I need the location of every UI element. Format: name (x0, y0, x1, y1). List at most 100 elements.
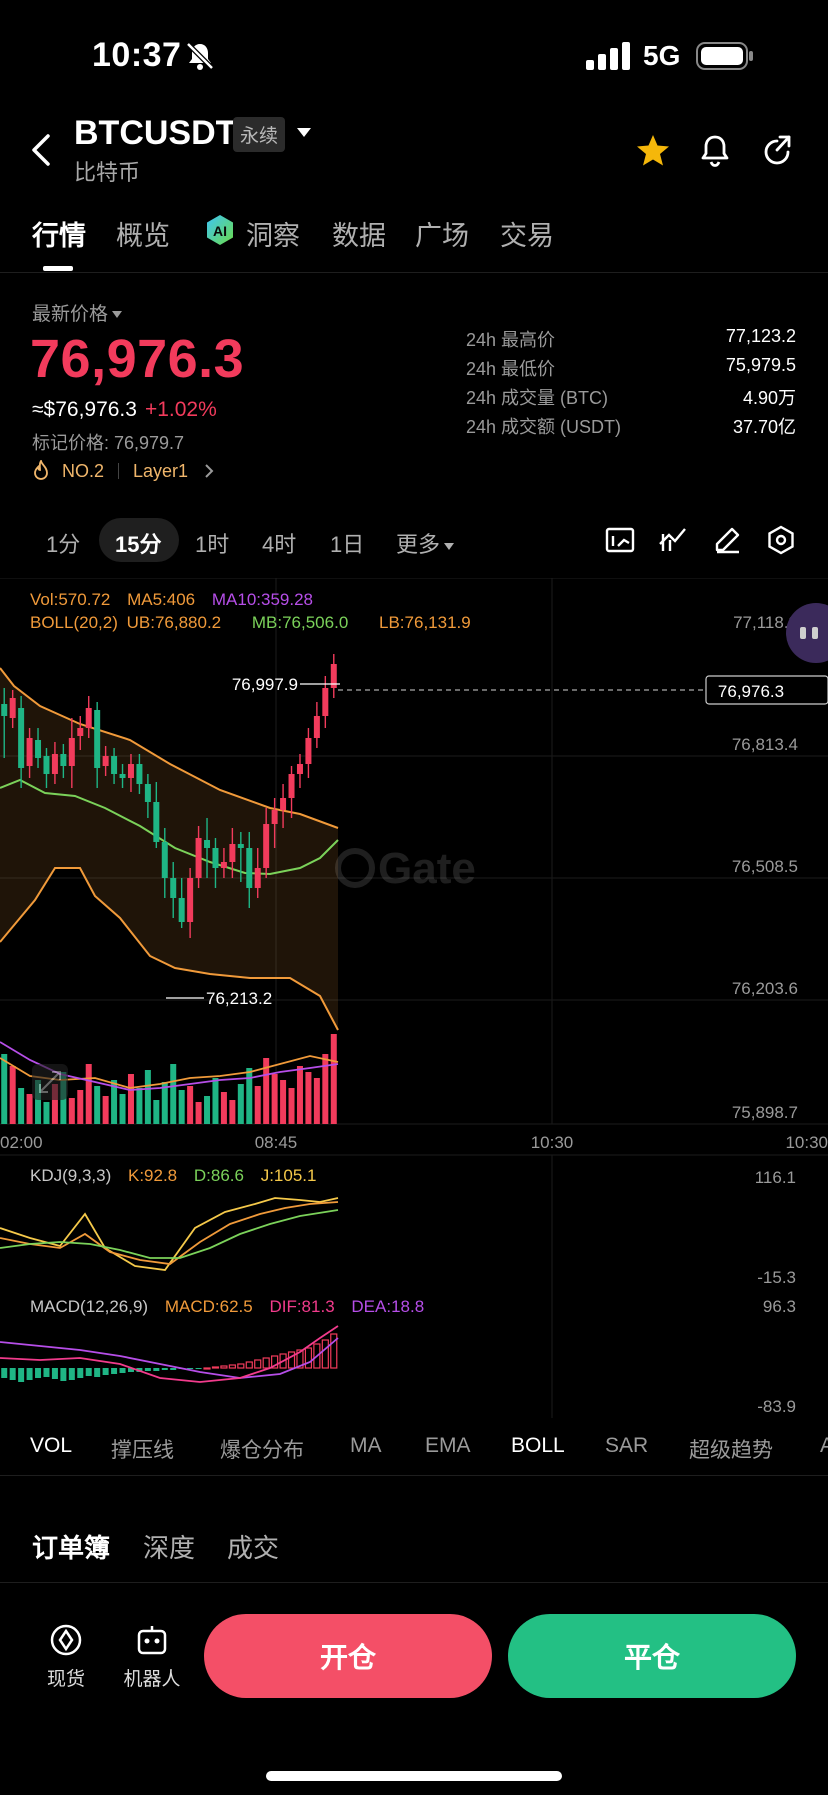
macd-bar (195, 1368, 202, 1369)
candle (296, 764, 303, 774)
timeframe-15m[interactable]: 15分 (115, 527, 161, 559)
volume-bar (280, 1080, 287, 1124)
share-icon[interactable] (758, 132, 796, 170)
ai-insight-icon: AI (207, 215, 233, 245)
candle (60, 754, 67, 766)
timeframe-more[interactable]: 更多 (396, 527, 455, 559)
time-axis-tick: 10:30 (785, 1133, 828, 1152)
bot-button[interactable]: 机器人 (122, 1622, 182, 1691)
kdj-j: J:105.1 (260, 1166, 317, 1185)
timeframe-4h[interactable]: 4时 (262, 527, 296, 559)
candle (9, 698, 16, 718)
indicator-sar[interactable]: SAR (605, 1434, 648, 1458)
tab-square[interactable]: 广场 (415, 214, 469, 253)
candle (77, 728, 84, 736)
home-indicator[interactable] (266, 1771, 562, 1781)
robot-icon (137, 1626, 167, 1655)
tab-overview[interactable]: 概览 (116, 214, 170, 253)
macd-bar (77, 1368, 84, 1378)
draw-pen-icon[interactable] (711, 524, 743, 556)
volume-bar (178, 1090, 185, 1124)
macd-bar (153, 1368, 160, 1371)
volume-bar (144, 1070, 151, 1124)
candle (212, 848, 219, 868)
indicator-ma[interactable]: MA (350, 1434, 382, 1458)
kdj-name: KDJ(9,3,3) (30, 1166, 112, 1185)
volume-bar (26, 1094, 33, 1124)
volume-bar (43, 1102, 50, 1124)
tab-market[interactable]: 行情 (32, 214, 86, 253)
rank-row[interactable]: NO.2 Layer1 (32, 460, 214, 482)
symbol-title[interactable]: BTCUSDT (74, 114, 236, 153)
volume-bar (68, 1098, 75, 1124)
bell-alert-icon[interactable] (696, 132, 734, 170)
macd-dif-line (0, 1325, 339, 1383)
tab-data[interactable]: 数据 (332, 214, 386, 253)
settings-hex-icon[interactable] (765, 524, 797, 556)
macd-bar (304, 1347, 313, 1369)
latest-price-label[interactable]: 最新价格 (32, 299, 123, 326)
indicator-liquidation[interactable]: 爆仓分布 (220, 1434, 304, 1464)
rank-badge: NO.2 (62, 460, 105, 481)
volume-bar (313, 1078, 320, 1124)
boll-band-fill (0, 668, 338, 1030)
time-axis-tick: 08:45 (255, 1133, 298, 1152)
close-position-button[interactable]: 平仓 (508, 1614, 796, 1698)
candle (43, 756, 50, 774)
stat-label: 24h 成交额 (USDT) (466, 417, 622, 437)
back-arrow-icon[interactable] (28, 132, 56, 168)
indicator-ema[interactable]: EMA (425, 1434, 471, 1458)
indicator-boll[interactable]: BOLL (511, 1434, 565, 1458)
timeframe-1h[interactable]: 1时 (195, 527, 229, 559)
volume-bar (220, 1092, 227, 1124)
price-chart[interactable]: Gate 76,976.3 76,997.9 76,213.2 77,118.3… (0, 578, 828, 1418)
indicator-support-resistance[interactable]: 撑压线 (111, 1434, 174, 1464)
candle (111, 756, 118, 774)
tab-trade[interactable]: 交易 (500, 214, 554, 253)
candle (144, 784, 151, 802)
kdj-d-line (0, 1209, 339, 1259)
macd-bar (245, 1361, 253, 1369)
star-favorite-icon[interactable] (634, 132, 672, 170)
gate-watermark: Gate (335, 844, 476, 893)
candle (153, 802, 160, 842)
chart-type-icon[interactable] (604, 524, 636, 556)
timeframe-1m[interactable]: 1分 (46, 527, 80, 559)
tab-depth[interactable]: 深度 (143, 1528, 195, 1565)
macd-bar (51, 1368, 58, 1379)
svg-text:Gate: Gate (378, 844, 476, 893)
candle (322, 688, 329, 716)
volume-bar (212, 1078, 219, 1124)
kdj-k-line (0, 1201, 339, 1265)
indicator-vol[interactable]: VOL (30, 1434, 72, 1458)
stat-label: 24h 最低价 (466, 359, 556, 379)
contract-type-badge: 永续 (233, 117, 286, 152)
price-axis-tick: 76,813.4 (732, 735, 798, 754)
timeframe-1d[interactable]: 1日 (330, 527, 364, 559)
tab-trades[interactable]: 成交 (227, 1528, 279, 1565)
volume-bar (288, 1088, 295, 1124)
candle (68, 738, 75, 766)
indicator-icon[interactable] (657, 524, 689, 556)
tab-orderbook[interactable]: 订单簿 (32, 1528, 110, 1565)
volume-bar (322, 1054, 329, 1124)
chevron-right-icon (205, 464, 214, 478)
tab-insight[interactable]: 洞察 (246, 214, 300, 253)
network-type: 5G (643, 40, 681, 71)
price-axis-tick: 76,508.5 (732, 857, 798, 876)
spot-button[interactable]: 现货 (44, 1622, 88, 1691)
macd-axis-tick: -83.9 (757, 1397, 796, 1416)
indicator-supertrend[interactable]: 超级趋势 (689, 1434, 773, 1464)
spot-icon (50, 1624, 82, 1656)
chart-grid (0, 578, 828, 1418)
candle (1, 704, 8, 716)
volume-bar (85, 1064, 92, 1124)
kdj-legend: KDJ(9,3,3) K:92.8 D:86.6 J:105.1 (30, 1166, 316, 1186)
volume-bar (18, 1088, 25, 1124)
status-time: 10:37 (92, 36, 182, 74)
candle (229, 844, 236, 862)
open-position-button[interactable]: 开仓 (204, 1614, 492, 1698)
symbol-dropdown-icon[interactable] (297, 128, 311, 137)
indicator-more[interactable]: A (820, 1434, 828, 1458)
macd-bar (144, 1368, 151, 1371)
